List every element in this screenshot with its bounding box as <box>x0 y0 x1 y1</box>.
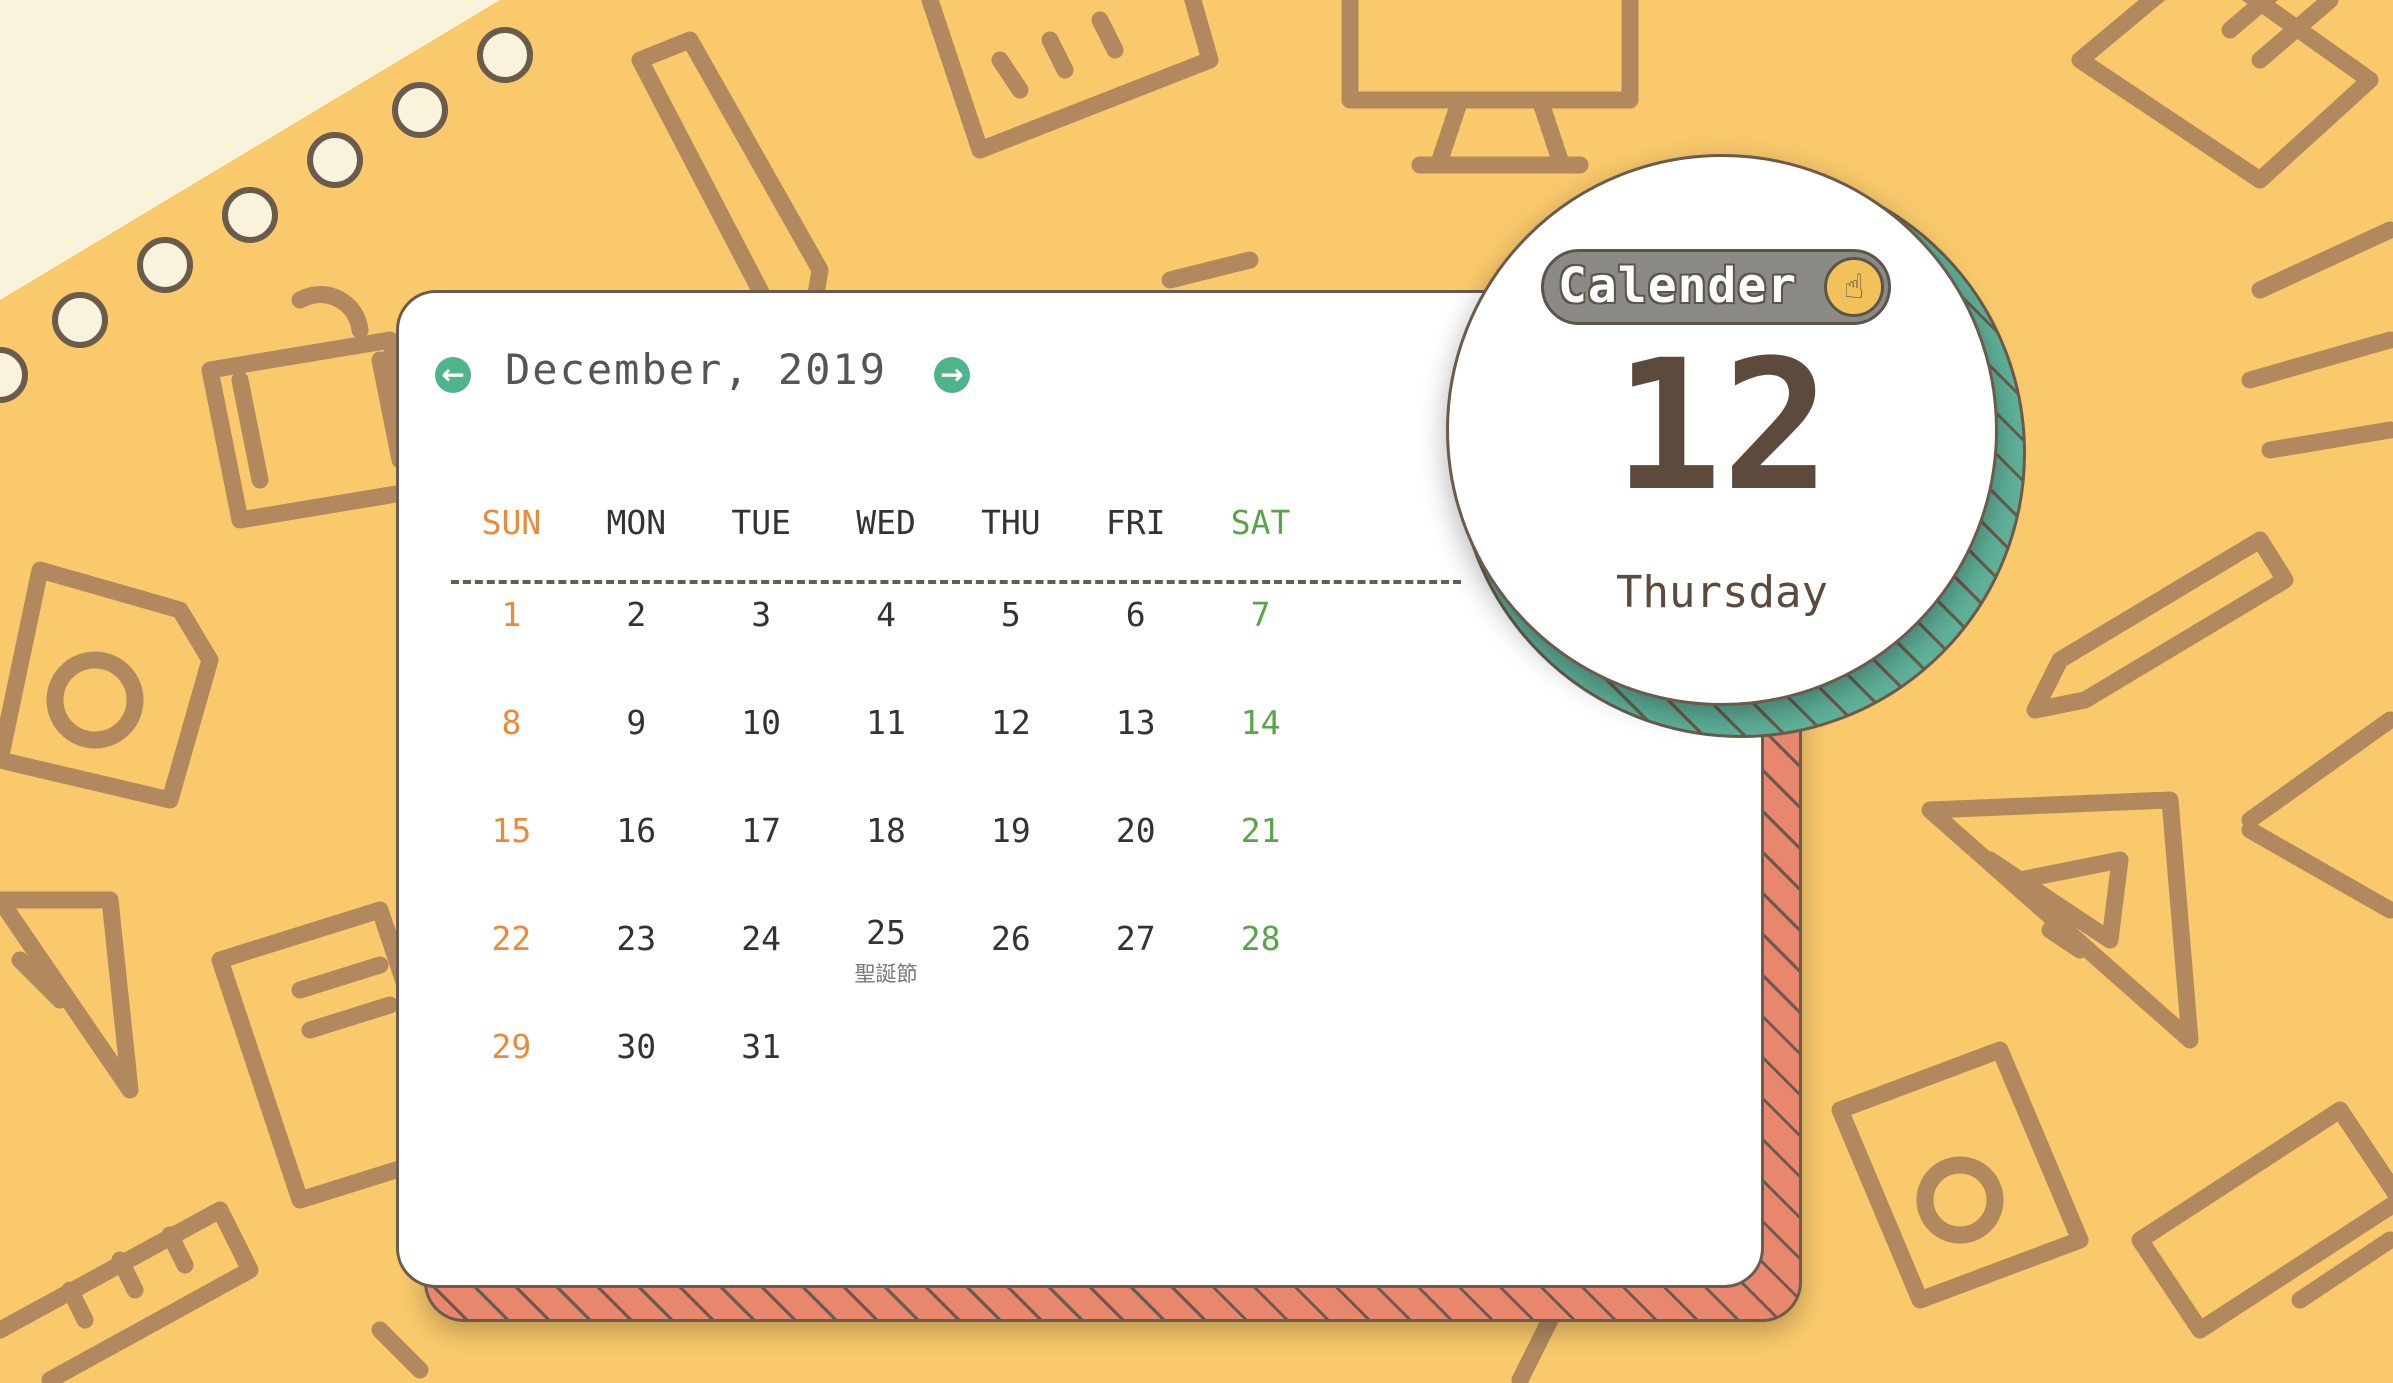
day-cell[interactable]: 15 <box>449 811 574 919</box>
week-row: 22 23 24 25 聖誕節 26 27 28 <box>449 913 1323 1027</box>
pointing-hand-icon: ☝ <box>1824 257 1884 317</box>
day-number: 18 <box>866 811 906 850</box>
day-number: 15 <box>491 811 532 850</box>
day-number: 8 <box>501 703 522 742</box>
holiday-label: 聖誕節 <box>854 962 918 986</box>
weekday-wed: WED <box>856 503 916 542</box>
day-cell[interactable]: 21 <box>1198 811 1323 919</box>
weekday-mon: MON <box>606 503 667 542</box>
day-cell[interactable]: 30 <box>574 1027 699 1135</box>
day-number: 10 <box>741 703 782 742</box>
day-cell[interactable]: 22 <box>449 919 574 1027</box>
day-number: 11 <box>866 703 906 742</box>
day-cell[interactable]: 8 <box>449 703 574 811</box>
empty-day-cell <box>1073 1027 1198 1135</box>
day-cell[interactable]: 11 <box>824 703 949 811</box>
day-cell[interactable]: 29 <box>449 1027 574 1135</box>
day-number: 7 <box>1250 595 1271 634</box>
day-cell[interactable]: 1 <box>449 595 574 703</box>
day-cell[interactable]: 2 <box>574 595 699 703</box>
empty-day-cell <box>1198 1027 1323 1135</box>
day-cell[interactable]: 4 <box>824 595 949 703</box>
weekday-sun: SUN <box>481 503 542 542</box>
day-number: 17 <box>741 811 782 850</box>
day-number: 27 <box>1115 919 1156 958</box>
prev-month-button[interactable]: ← <box>435 357 471 393</box>
arrow-left-icon: ← <box>441 358 465 391</box>
today-widget: Calender ☝ 12 Thursday <box>1446 154 1998 706</box>
day-number: 19 <box>990 811 1031 850</box>
day-cell[interactable]: 7 <box>1198 595 1323 703</box>
day-number: 28 <box>1240 919 1281 958</box>
today-date-number: 12 <box>1613 322 1831 531</box>
day-number: 4 <box>876 595 896 634</box>
day-number: 26 <box>990 919 1031 958</box>
day-cell[interactable]: 9 <box>574 703 699 811</box>
day-cell[interactable]: 26 <box>948 919 1073 1027</box>
day-cell[interactable]: 3 <box>699 595 824 703</box>
calendar-badge-label: Calender <box>1558 258 1798 314</box>
day-cell[interactable]: 5 <box>948 595 1073 703</box>
day-cell[interactable]: 6 <box>1073 595 1198 703</box>
day-cell[interactable]: 14 <box>1198 703 1323 811</box>
week-row: 15 16 17 18 19 20 21 <box>449 811 1323 919</box>
day-number: 12 <box>990 703 1031 742</box>
day-number: 21 <box>1240 811 1281 850</box>
week-row: 1 2 3 4 5 6 7 <box>449 595 1323 703</box>
dashed-divider <box>451 580 1461 584</box>
day-number: 3 <box>751 595 772 634</box>
day-cell[interactable]: 16 <box>574 811 699 919</box>
day-cell[interactable]: 17 <box>699 811 824 919</box>
day-cell[interactable]: 25 聖誕節 <box>824 913 949 1027</box>
day-number: 5 <box>1000 595 1021 634</box>
weekday-sat: SAT <box>1230 503 1291 542</box>
weekday-fri: FRI <box>1105 503 1166 542</box>
day-number: 24 <box>741 919 782 958</box>
day-cell[interactable]: 27 <box>1073 919 1198 1027</box>
week-row: 29 30 31 <box>449 1027 1323 1135</box>
day-cell[interactable]: 13 <box>1073 703 1198 811</box>
day-number: 13 <box>1115 703 1156 742</box>
day-cell[interactable]: 28 <box>1198 919 1323 1027</box>
arrow-right-icon: → <box>940 358 964 391</box>
day-number: 2 <box>626 595 647 634</box>
day-number: 23 <box>616 919 657 958</box>
day-number: 9 <box>626 703 647 742</box>
weekday-header: SUN MON TUE WED THU FRI SAT <box>449 503 1323 542</box>
day-number: 29 <box>491 1027 532 1066</box>
week-row: 8 9 10 11 12 13 14 <box>449 703 1323 811</box>
weekday-thu: THU <box>981 503 1041 542</box>
weekday-tue: TUE <box>731 503 791 542</box>
day-number: 22 <box>491 919 532 958</box>
day-cell[interactable]: 10 <box>699 703 824 811</box>
day-number: 6 <box>1125 595 1146 634</box>
day-cell[interactable]: 18 <box>824 811 949 919</box>
day-number: 20 <box>1115 811 1156 850</box>
day-number: 25 <box>866 913 906 952</box>
day-number: 30 <box>616 1027 657 1066</box>
day-cell[interactable]: 24 <box>699 919 824 1027</box>
day-cell[interactable]: 31 <box>699 1027 824 1135</box>
day-cell[interactable]: 19 <box>948 811 1073 919</box>
notebook-paper <box>0 0 500 300</box>
day-cell[interactable]: 12 <box>948 703 1073 811</box>
empty-day-cell <box>824 1027 949 1135</box>
day-number: 14 <box>1240 703 1281 742</box>
today-weekday: Thursday <box>1616 567 1828 618</box>
month-title: December, 2019 <box>505 345 888 394</box>
day-cell[interactable]: 23 <box>574 919 699 1027</box>
day-grid: 1 2 3 4 5 6 7 8 9 10 11 12 13 14 15 16 17 18 19 20 21 22 23 24 2… <box>449 595 1323 1135</box>
day-number: 31 <box>741 1027 782 1066</box>
next-month-button[interactable]: → <box>934 357 970 393</box>
calendar-badge-button[interactable]: Calender ☝ <box>1541 249 1891 325</box>
day-number: 1 <box>501 595 522 634</box>
day-cell[interactable]: 20 <box>1073 811 1198 919</box>
empty-day-cell <box>948 1027 1073 1135</box>
day-number: 16 <box>616 811 657 850</box>
